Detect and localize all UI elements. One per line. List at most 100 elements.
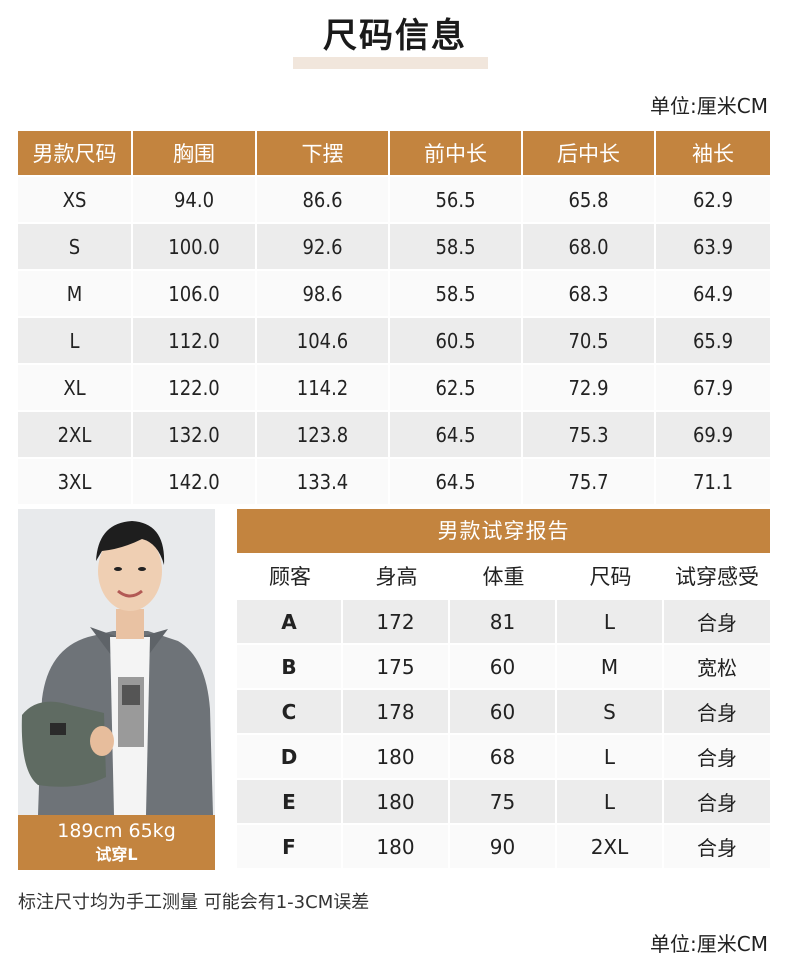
size-cell: 68.0 xyxy=(523,222,656,269)
measurement-note: 标注尺寸均为手工测量 可能会有1-3CM误差 xyxy=(18,892,370,913)
fit-row: B 175 60 M 宽松 xyxy=(237,643,770,688)
fit-cell: 合身 xyxy=(664,823,770,868)
size-header-cell: 胸围 xyxy=(133,131,257,175)
fit-cell: 合身 xyxy=(664,733,770,778)
size-row: L 112.0 104.6 60.5 70.5 65.9 xyxy=(18,316,770,363)
size-row: M 106.0 98.6 58.5 68.3 64.9 xyxy=(18,269,770,316)
size-cell: 114.2 xyxy=(257,363,390,410)
size-cell: 62.5 xyxy=(390,363,523,410)
fit-customer-cell: C xyxy=(237,688,343,733)
size-cell: 104.6 xyxy=(257,316,390,363)
fit-cell: 81 xyxy=(450,598,557,643)
fit-report-title: 男款试穿报告 xyxy=(237,509,770,553)
fit-header-cell: 尺码 xyxy=(557,553,664,598)
size-cell: 86.6 xyxy=(257,175,390,222)
fit-cell: 180 xyxy=(343,823,450,868)
fit-customer-cell: E xyxy=(237,778,343,823)
size-header-cell: 前中长 xyxy=(390,131,523,175)
fit-cell: 68 xyxy=(450,733,557,778)
model-photo: 189cm 65kg 试穿L xyxy=(18,509,215,870)
size-cell: 64.5 xyxy=(390,410,523,457)
fit-cell: 60 xyxy=(450,688,557,733)
fit-header-cell: 身高 xyxy=(343,553,450,598)
unit-label-bottom: 单位:厘米CM xyxy=(650,932,768,956)
fit-report-body: A 172 81 L 合身 B 175 60 M 宽松 C 178 60 S 合身 D 180 68 L 合身 E 180… xyxy=(237,598,770,868)
size-cell: 65.9 xyxy=(656,316,770,363)
size-row: XS 94.0 86.6 56.5 65.8 62.9 xyxy=(18,175,770,222)
size-cell: 132.0 xyxy=(133,410,257,457)
size-row: S 100.0 92.6 58.5 68.0 63.9 xyxy=(18,222,770,269)
size-row: 2XL 132.0 123.8 64.5 75.3 69.9 xyxy=(18,410,770,457)
size-cell: 122.0 xyxy=(133,363,257,410)
size-cell: 65.8 xyxy=(523,175,656,222)
title-underline xyxy=(293,57,488,69)
fit-header-cell: 试穿感受 xyxy=(664,553,770,598)
fit-cell: 合身 xyxy=(664,778,770,823)
size-cell: 2XL xyxy=(18,410,133,457)
fit-cell: 90 xyxy=(450,823,557,868)
model-stats: 189cm 65kg xyxy=(57,820,176,842)
size-header-cell: 男款尺码 xyxy=(18,131,133,175)
size-cell: 75.3 xyxy=(523,410,656,457)
fit-report-header: 顾客 身高 体重 尺码 试穿感受 xyxy=(237,553,770,598)
size-cell: 60.5 xyxy=(390,316,523,363)
size-cell: 92.6 xyxy=(257,222,390,269)
size-cell: 71.1 xyxy=(656,457,770,504)
size-cell: 98.6 xyxy=(257,269,390,316)
size-cell: 69.9 xyxy=(656,410,770,457)
size-cell: 94.0 xyxy=(133,175,257,222)
fit-cell: S xyxy=(557,688,664,733)
size-cell: 142.0 xyxy=(133,457,257,504)
fit-customer-cell: F xyxy=(237,823,343,868)
fit-customer-cell: B xyxy=(237,643,343,688)
fit-customer-cell: A xyxy=(237,598,343,643)
model-tryon-size: 试穿L xyxy=(95,845,138,864)
fit-cell: L xyxy=(557,733,664,778)
size-row: XL 122.0 114.2 62.5 72.9 67.9 xyxy=(18,363,770,410)
fit-row: F 180 90 2XL 合身 xyxy=(237,823,770,868)
fit-report-table: 顾客 身高 体重 尺码 试穿感受 A 172 81 L 合身 B 175 60 M 宽松 C 178 60 S 合身… xyxy=(237,553,770,868)
fit-cell: 75 xyxy=(450,778,557,823)
size-table: 男款尺码 胸围 下摆 前中长 后中长 袖长 XS 94.0 86.6 56.5 65.8 62.9 S… xyxy=(18,131,770,504)
size-cell: 70.5 xyxy=(523,316,656,363)
fit-cell: L xyxy=(557,778,664,823)
size-cell: 133.4 xyxy=(257,457,390,504)
fit-row: D 180 68 L 合身 xyxy=(237,733,770,778)
size-cell: 67.9 xyxy=(656,363,770,410)
fit-cell: 178 xyxy=(343,688,450,733)
fit-cell: 180 xyxy=(343,733,450,778)
size-cell: 58.5 xyxy=(390,222,523,269)
unit-label-top: 单位:厘米CM xyxy=(650,94,768,118)
size-cell: M xyxy=(18,269,133,316)
size-cell: 72.9 xyxy=(523,363,656,410)
page-title: 尺码信息 xyxy=(323,16,467,56)
fit-cell: 180 xyxy=(343,778,450,823)
size-cell: 100.0 xyxy=(133,222,257,269)
size-header-cell: 后中长 xyxy=(523,131,656,175)
fit-row: A 172 81 L 合身 xyxy=(237,598,770,643)
model-illustration xyxy=(18,509,215,815)
fit-cell: 60 xyxy=(450,643,557,688)
size-cell: S xyxy=(18,222,133,269)
fit-cell: 172 xyxy=(343,598,450,643)
size-row: 3XL 142.0 133.4 64.5 75.7 71.1 xyxy=(18,457,770,504)
size-cell: 3XL xyxy=(18,457,133,504)
size-cell: 68.3 xyxy=(523,269,656,316)
fit-cell: 宽松 xyxy=(664,643,770,688)
size-cell: 75.7 xyxy=(523,457,656,504)
size-cell: 56.5 xyxy=(390,175,523,222)
fit-cell: L xyxy=(557,598,664,643)
size-cell: XS xyxy=(18,175,133,222)
size-header-cell: 下摆 xyxy=(257,131,390,175)
size-cell: XL xyxy=(18,363,133,410)
size-header-cell: 袖长 xyxy=(656,131,770,175)
fit-cell: 合身 xyxy=(664,598,770,643)
fit-customer-cell: D xyxy=(237,733,343,778)
size-cell: 123.8 xyxy=(257,410,390,457)
fit-header-cell: 体重 xyxy=(450,553,557,598)
size-cell: 106.0 xyxy=(133,269,257,316)
size-cell: L xyxy=(18,316,133,363)
size-cell: 58.5 xyxy=(390,269,523,316)
size-table-body: XS 94.0 86.6 56.5 65.8 62.9 S 100.0 92.6 58.5 68.0… xyxy=(18,175,770,504)
fit-cell: 175 xyxy=(343,643,450,688)
